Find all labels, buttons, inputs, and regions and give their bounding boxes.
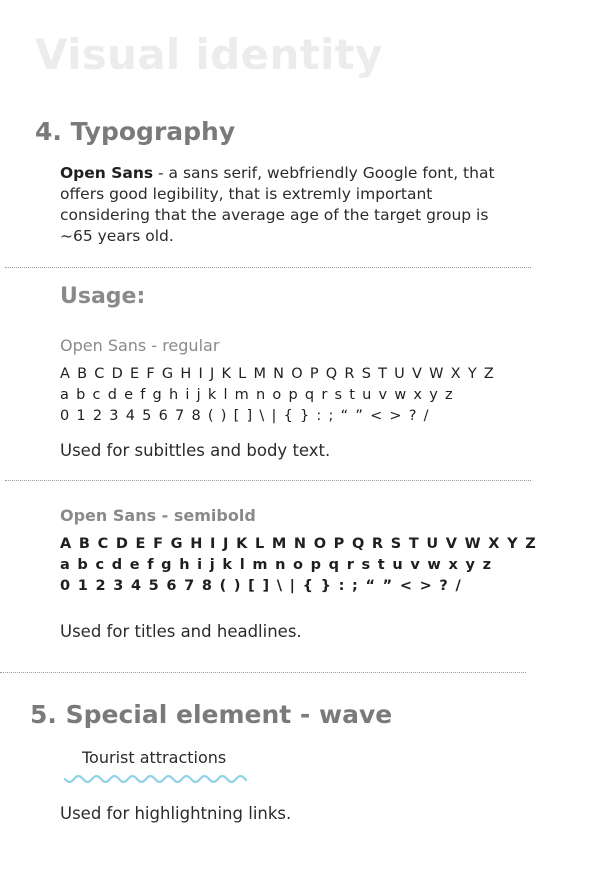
special-element-heading: 5. Special element - wave [30, 700, 393, 729]
page-title: Visual identity [35, 30, 383, 79]
regular-lowercase: a b c d e f g h i j k l m n o p q r s t … [60, 387, 454, 403]
wave-underline-icon [64, 774, 248, 784]
usage-heading: Usage: [60, 284, 146, 309]
wave-usage-note: Used for highlightning links. [60, 804, 292, 823]
regular-label: Open Sans - regular [60, 336, 220, 355]
semibold-lowercase: a b c d e f g h i j k l m n o p q r s t … [60, 557, 493, 573]
typography-heading: 4. Typography [35, 117, 236, 146]
wave-link-demo[interactable]: Tourist attractions [64, 748, 248, 784]
typography-description: Open Sans - a sans serif, webfriendly Go… [60, 163, 500, 247]
divider-3 [0, 672, 526, 673]
semibold-usage-note: Used for titles and headlines. [60, 622, 302, 641]
demo-link-text[interactable]: Tourist attractions [82, 748, 226, 767]
font-name: Open Sans [60, 164, 154, 182]
divider-2 [5, 480, 531, 481]
semibold-uppercase: A B C D E F G H I J K L M N O P Q R S T … [60, 536, 538, 552]
semibold-glyph-sample: A B C D E F G H I J K L M N O P Q R S T … [60, 534, 537, 597]
regular-uppercase: A B C D E F G H I J K L M N O P Q R S T … [60, 366, 496, 382]
regular-glyph-sample: A B C D E F G H I J K L M N O P Q R S T … [60, 364, 495, 427]
semibold-label: Open Sans - semibold [60, 506, 256, 525]
regular-usage-note: Used for subittles and body text. [60, 441, 331, 460]
semibold-numerals-symbols: 0 1 2 3 4 5 6 7 8 ( ) [ ] \ | { } : ; “ … [60, 578, 463, 594]
divider-1 [5, 267, 531, 268]
regular-numerals-symbols: 0 1 2 3 4 5 6 7 8 ( ) [ ] \ | { } : ; “ … [60, 408, 430, 424]
